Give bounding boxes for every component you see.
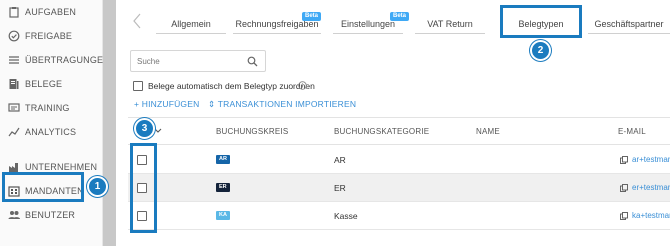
email-cell[interactable]: er+testman	[620, 183, 670, 192]
callout-badge-1: 1	[87, 176, 108, 197]
beta-badge: Beta	[390, 12, 410, 21]
chevron-down-icon[interactable]	[154, 128, 162, 134]
email-text[interactable]: ar+testman	[632, 155, 670, 164]
sidebar-item-benutzer[interactable]: BENUTZER	[8, 208, 75, 222]
column-header-email[interactable]: E-MAIL	[618, 127, 646, 136]
buchungskategorie-cell: ER	[334, 183, 346, 193]
search-icon[interactable]	[247, 56, 258, 67]
table-row[interactable]: ER ER er+testman	[128, 174, 670, 202]
email-cell[interactable]: ka+testman	[620, 211, 670, 220]
highlight-mandanten	[2, 172, 84, 202]
sidebar-item-belege[interactable]: BELEGE	[8, 77, 62, 91]
training-icon	[8, 102, 20, 114]
beta-badge: Beta	[302, 12, 322, 21]
chevron-left-icon[interactable]	[132, 13, 142, 29]
buchungskategorie-cell: Kasse	[334, 211, 358, 221]
users-icon	[8, 209, 20, 221]
info-icon[interactable]	[298, 81, 307, 90]
buchungskreis-tag: KA	[216, 211, 230, 220]
auto-assign-checkbox[interactable]	[133, 81, 143, 91]
table-header: BUCHUNGSKREIS BUCHUNGSKATEGORIE NAME E-M…	[128, 117, 670, 145]
sidebar-item-label: FREIGABE	[25, 31, 73, 41]
sidebar-item-label: BENUTZER	[25, 210, 76, 220]
buchungskreis-tag: ER	[216, 183, 230, 192]
column-header-buchungskreis[interactable]: BUCHUNGSKREIS	[216, 127, 288, 136]
column-header-name[interactable]: NAME	[476, 127, 500, 136]
sidebar-item-label: BELEGE	[25, 79, 63, 89]
tab-bar: Allgemein Rechnungsfreigaben Beta Einste…	[128, 0, 670, 40]
tab-geschaeftspartner[interactable]: Geschäftspartner	[588, 14, 670, 34]
search-box	[130, 50, 266, 72]
sidebar-scrollbar[interactable]	[103, 0, 116, 246]
buchungskategorie-cell: AR	[334, 155, 346, 165]
highlight-belegtypen	[500, 5, 582, 38]
clipboard-icon	[8, 6, 20, 18]
sidebar-item-label: ANALYTICS	[25, 127, 77, 137]
column-header-buchungskategorie[interactable]: BUCHUNGSKATEGORIE	[334, 127, 429, 136]
sidebar-item-training[interactable]: TRAINING	[8, 101, 70, 115]
sidebar: AUFGABEN FREIGABE ÜBERTRAGUNGEN BELEGE T…	[0, 0, 110, 246]
email-text[interactable]: er+testman	[632, 183, 670, 192]
email-cell[interactable]: ar+testman	[620, 155, 670, 164]
copy-icon[interactable]	[620, 211, 628, 220]
import-transactions-button[interactable]: ⇕ TRANSAKTIONEN IMPORTIEREN	[208, 99, 356, 110]
buchungskreis-tag: AR	[216, 155, 230, 164]
table-row[interactable]: AR AR ar+testman	[128, 146, 670, 174]
sidebar-item-label: AUFGABEN	[25, 7, 77, 17]
highlight-row-checkboxes	[130, 143, 157, 233]
add-button[interactable]: + HINZUFÜGEN	[134, 99, 199, 109]
table-row[interactable]: KA Kasse ka+testman	[128, 202, 670, 230]
analytics-icon	[8, 126, 20, 138]
list-icon	[8, 54, 20, 66]
sidebar-item-label: ÜBERTRAGUNGEN	[25, 55, 110, 65]
copy-icon[interactable]	[620, 183, 628, 192]
document-icon	[8, 78, 20, 90]
callout-badge-3: 3	[134, 118, 155, 139]
sidebar-item-aufgaben[interactable]: AUFGABEN	[8, 5, 76, 19]
check-circle-icon	[8, 30, 20, 42]
sidebar-item-label: UNTERNEHMEN	[25, 162, 98, 172]
search-input[interactable]	[137, 55, 237, 67]
tab-vat-return[interactable]: VAT Return	[415, 14, 485, 34]
copy-icon[interactable]	[620, 155, 628, 164]
email-text[interactable]: ka+testman	[632, 211, 670, 220]
sidebar-item-uebertragungen[interactable]: ÜBERTRAGUNGEN	[8, 53, 110, 67]
auto-assign-label: Belege automatisch dem Belegtyp zuordnen	[148, 81, 315, 91]
sidebar-item-label: TRAINING	[25, 103, 70, 113]
sidebar-item-analytics[interactable]: ANALYTICS	[8, 125, 76, 139]
callout-badge-2: 2	[530, 40, 551, 61]
tab-allgemein[interactable]: Allgemein	[156, 14, 226, 34]
sidebar-item-freigabe[interactable]: FREIGABE	[8, 29, 72, 43]
